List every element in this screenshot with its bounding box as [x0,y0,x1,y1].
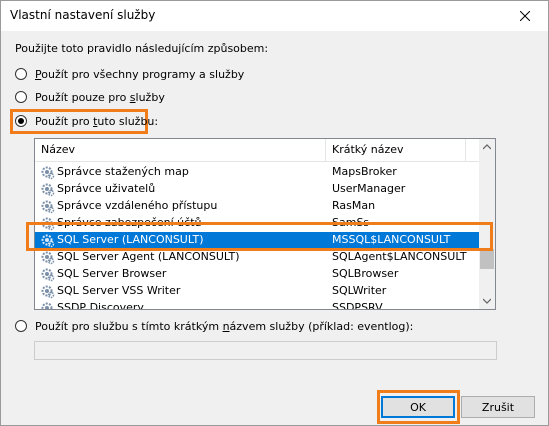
service-name: SQL Server Agent (LANCONSULT) [57,250,240,263]
service-short-name: MapsBroker [332,165,397,178]
scroll-up-icon[interactable] [483,143,491,151]
column-separator [325,139,326,161]
list-item[interactable]: Správce stažených map MapsBroker [35,164,479,181]
service-short-name: RasMan [332,199,376,212]
service-short-name: SQLAgent$LANCONSULT [332,250,467,263]
scrollbar-thumb[interactable] [480,249,494,269]
radio-short-name-label[interactable]: Použít pro službu s tímto krátkým názvem… [35,320,413,333]
service-short-name: SSDPSRV [332,301,383,310]
scroll-down-icon[interactable] [483,297,491,305]
intro-label: Použijte toto pravidlo následujícím způs… [15,42,269,55]
column-separator [465,139,466,161]
radio-short-name[interactable] [15,320,27,332]
service-gear-icon [41,200,55,214]
radio-this-service-label[interactable]: Použít pro tuto službu: [35,115,158,128]
dialog-window: Vlastní nastavení služby Použijte toto p… [0,0,549,426]
service-gear-icon [41,268,55,282]
service-name: Správce stažených map [57,165,189,178]
list-item[interactable]: SSDP Discovery SSDPSRV [35,300,479,310]
radio-services-only-label[interactable]: Použít pouze pro služby [35,91,165,104]
service-gear-icon [41,251,55,265]
radio-this-service[interactable] [15,115,27,127]
list-header: Název Krátký název [35,139,479,162]
column-header-short-name[interactable]: Krátký název [332,143,404,156]
radio-all-programs[interactable] [15,68,27,80]
service-short-name: SQLWriter [332,284,387,297]
radio-all-programs-label[interactable]: Použít pro všechny programy a služby [35,68,244,81]
list-item[interactable]: SQL Server Agent (LANCONSULT) SQLAgent$LA… [35,249,479,266]
list-item[interactable]: Správce uživatelů UserManager [35,181,479,198]
service-name: SSDP Discovery [57,301,144,310]
highlight-selected-row [26,222,493,251]
list-item[interactable]: Správce vzdáleného přístupu RasMan [35,198,479,215]
service-name: SQL Server VSS Writer [57,284,181,297]
service-gear-icon [41,166,55,180]
service-name: SQL Server Browser [57,267,167,280]
service-gear-icon [41,183,55,197]
service-short-name-input[interactable] [34,341,497,360]
service-short-name: SQLBrowser [332,267,399,280]
service-gear-icon [41,285,55,299]
column-header-name[interactable]: Název [41,143,75,156]
list-item[interactable]: SQL Server VSS Writer SQLWriter [35,283,479,300]
list-item[interactable]: SQL Server Browser SQLBrowser [35,266,479,283]
cancel-button[interactable]: Zrušit [461,396,535,418]
close-button[interactable] [502,1,548,31]
service-short-name: UserManager [332,182,406,195]
close-icon [520,11,530,21]
service-gear-icon [41,302,53,309]
ok-button[interactable]: OK [381,396,455,418]
service-name: Správce uživatelů [57,182,156,195]
window-title: Vlastní nastavení služby [10,8,156,22]
title-bar: Vlastní nastavení služby [1,1,548,31]
radio-services-only[interactable] [15,91,27,103]
service-name: Správce vzdáleného přístupu [57,199,218,212]
